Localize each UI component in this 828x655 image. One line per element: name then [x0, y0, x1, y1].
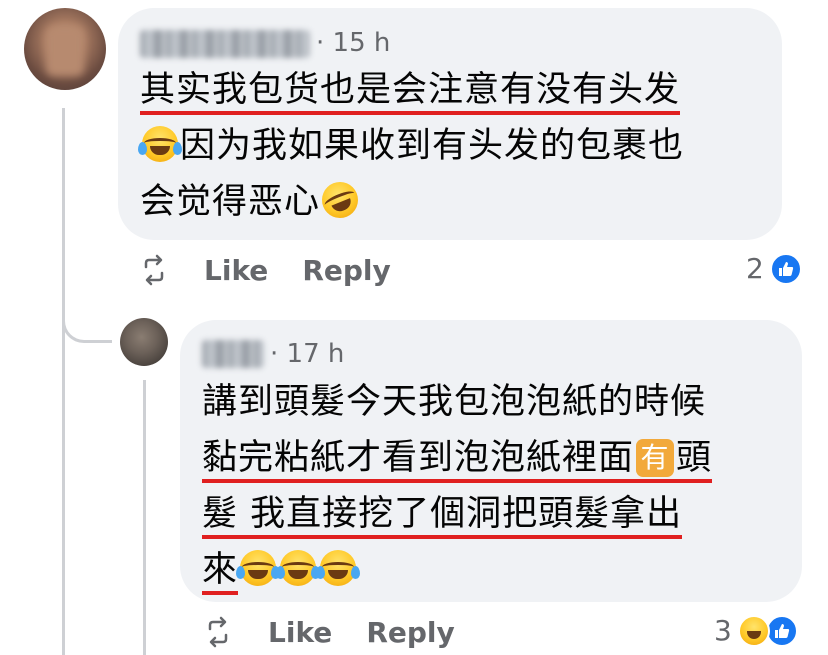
- share-refresh-icon[interactable]: [138, 254, 170, 286]
- comment-line: 頭: [676, 438, 713, 478]
- comment-actions: Like Reply: [202, 610, 455, 654]
- like-button[interactable]: Like: [204, 254, 268, 287]
- avatar[interactable]: [120, 318, 168, 366]
- laugh-cry-emoji-icon: [138, 126, 182, 162]
- comment-text: 其实我包货也是会注意有没有头发 因为我如果收到有头发的包裹也 会觉得恶心: [138, 62, 685, 230]
- avatar[interactable]: [24, 8, 106, 90]
- reply-thread-line: [143, 380, 146, 655]
- comment-text: 講到頭髮今天我包泡泡紙的時候 黏完粘紙才看到泡泡紙裡面有頭 髮 我直接挖了個洞把…: [202, 374, 713, 598]
- comment-timestamp[interactable]: · 15 h: [316, 28, 390, 58]
- reaction-count: 2: [746, 252, 764, 285]
- laugh-cry-emoji-icon: [276, 550, 321, 586]
- comment-actions: Like Reply: [138, 248, 391, 292]
- comment-line: 其实我包货也是会注意有没有头发: [140, 70, 681, 115]
- comment-thread: · 15 h 其实我包货也是会注意有没有头发 因为我如果收到有头发的包裹也 会觉…: [0, 0, 828, 655]
- like-reaction-icon: [769, 252, 802, 285]
- comment-line: 講到頭髮今天我包泡泡紙的時候: [202, 382, 707, 422]
- rofl-emoji-icon: [316, 176, 364, 224]
- comment-line: 來: [202, 550, 239, 595]
- reply-button[interactable]: Reply: [366, 616, 454, 649]
- thread-line: [62, 108, 65, 655]
- reaction-summary[interactable]: 2: [746, 252, 802, 285]
- share-refresh-icon[interactable]: [202, 616, 234, 648]
- reaction-summary[interactable]: 3: [714, 614, 798, 647]
- reply-bubble: · 17 h 講到頭髮今天我包泡泡紙的時候 黏完粘紙才看到泡泡紙裡面有頭 髮 我…: [180, 320, 802, 602]
- reply-button[interactable]: Reply: [302, 254, 390, 287]
- comment-line: 因为我如果收到有头发的包裹也: [180, 126, 685, 166]
- like-reaction-icon: [765, 614, 798, 647]
- comment-bubble: · 15 h 其实我包货也是会注意有没有头发 因为我如果收到有头发的包裹也 会觉…: [118, 8, 782, 240]
- avatar-blur: [46, 26, 84, 76]
- author-name-blurred[interactable]: [140, 30, 310, 58]
- haha-reaction-icon: [737, 614, 770, 647]
- comment-line: 黏完粘紙才看到泡泡紙裡面: [202, 438, 635, 478]
- like-button[interactable]: Like: [268, 616, 332, 649]
- reaction-count: 3: [714, 614, 732, 647]
- you-emoji-badge: 有: [636, 439, 675, 477]
- laugh-cry-emoji-icon: [316, 550, 361, 586]
- comment-line: 会觉得恶心: [140, 182, 321, 222]
- author-name-blurred[interactable]: [202, 340, 264, 368]
- comment-timestamp[interactable]: · 17 h: [270, 339, 344, 369]
- laugh-cry-emoji-icon: [236, 550, 281, 586]
- comment-line: 髮 我直接挖了個洞把頭髮拿出: [202, 494, 683, 539]
- thread-connector: [62, 278, 112, 343]
